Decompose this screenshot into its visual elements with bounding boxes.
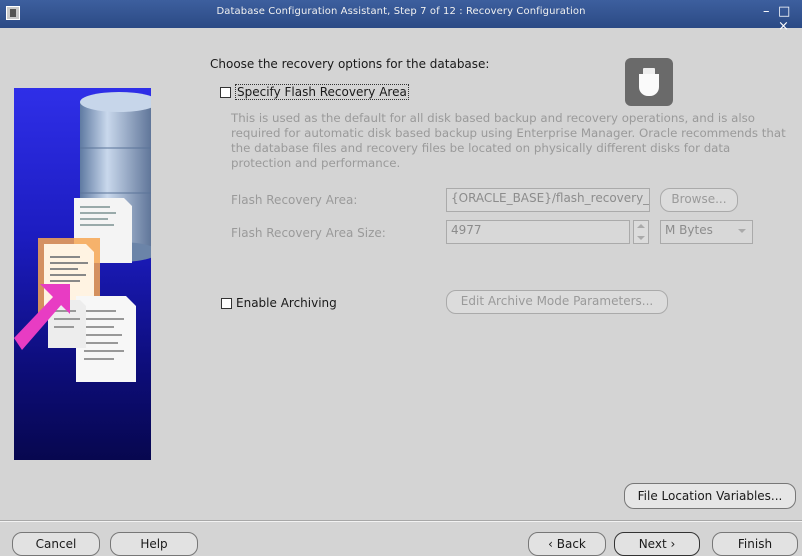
file-location-variables-button[interactable]: File Location Variables... [624,483,796,509]
enable-archiving-label[interactable]: Enable Archiving [236,296,337,310]
next-button[interactable]: Next › [614,532,700,556]
finish-button[interactable]: Finish [712,532,798,556]
flash-recovery-description: This is used as the default for all disk… [231,111,786,170]
back-label: Back [556,537,586,551]
edit-archive-mode-button[interactable]: Edit Archive Mode Parameters... [446,290,668,314]
flash-area-input[interactable]: {ORACLE_BASE}/flash_recovery_ [446,188,650,212]
chevron-left-icon: ‹ [548,537,557,551]
unit-select-value: M Bytes [665,223,713,237]
wizard-illustration [14,88,151,460]
flash-size-spinner[interactable] [633,220,649,244]
minimize-button[interactable]: – [763,4,770,19]
enable-archiving-row[interactable]: Enable Archiving [221,296,337,310]
next-label: Next [638,537,667,551]
help-button[interactable]: Help [110,532,198,556]
chevron-down-icon [738,229,746,233]
flash-size-label: Flash Recovery Area Size: [231,226,386,240]
flash-area-label: Flash Recovery Area: [231,193,358,207]
enable-archiving-checkbox[interactable] [221,297,232,309]
window-title: Database Configuration Assistant, Step 7… [216,6,586,17]
flash-recovery-checkbox[interactable] [220,86,231,98]
footer-separator [0,520,802,522]
recovery-options-heading: Choose the recovery options for the data… [210,57,490,71]
database-documents-illustration [14,92,151,382]
flash-recovery-checkbox-row[interactable]: Specify Flash Recovery Area [220,84,409,100]
cancel-button[interactable]: Cancel [12,532,100,556]
unit-select[interactable]: M Bytes [660,220,753,244]
maximize-close-buttons[interactable]: □ × [778,4,802,34]
flash-size-input[interactable]: 4977 [446,220,630,244]
chevron-right-icon: › [666,537,676,551]
title-bar: Database Configuration Assistant, Step 7… [0,0,802,34]
flash-recovery-label[interactable]: Specify Flash Recovery Area [235,84,409,100]
browse-button[interactable]: Browse... [660,188,738,212]
usb-drive-icon[interactable] [625,58,673,106]
back-button[interactable]: ‹ Back [528,532,606,556]
